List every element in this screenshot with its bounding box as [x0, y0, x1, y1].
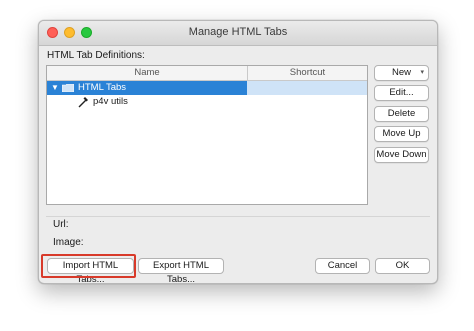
tool-icon: [78, 97, 88, 108]
tab-definitions-table[interactable]: Name Shortcut ▼ HTML Tabs p4v utils: [46, 65, 368, 205]
column-header-name[interactable]: Name: [47, 66, 248, 80]
row-label: HTML Tabs: [78, 82, 127, 93]
chevron-down-icon: ▾: [420, 69, 424, 76]
manage-html-tabs-dialog: Manage HTML Tabs HTML Tab Definitions: N…: [38, 20, 438, 284]
edit-button[interactable]: Edit...: [374, 85, 429, 101]
ok-button[interactable]: OK: [375, 258, 430, 274]
move-down-button[interactable]: Move Down: [374, 147, 429, 163]
shortcut-cell[interactable]: [247, 81, 367, 95]
window-title: Manage HTML Tabs: [188, 26, 288, 38]
url-label: Url:: [53, 219, 69, 230]
folder-icon: [62, 84, 74, 92]
definitions-label: HTML Tab Definitions:: [47, 50, 145, 61]
row-label: p4v utils: [93, 96, 128, 107]
disclosure-triangle-icon[interactable]: ▼: [51, 81, 59, 95]
delete-button[interactable]: Delete: [374, 106, 429, 122]
new-button-label: New: [391, 67, 411, 78]
cancel-button[interactable]: Cancel: [315, 258, 370, 274]
export-html-tabs-button[interactable]: Export HTML Tabs...: [138, 258, 224, 283]
annotation-highlight-box: [41, 254, 136, 278]
table-row-html-tabs[interactable]: ▼ HTML Tabs: [47, 81, 367, 95]
new-button[interactable]: New ▾: [374, 65, 429, 81]
title-bar: Manage HTML Tabs: [39, 21, 437, 46]
divider: [46, 216, 430, 217]
image-label: Image:: [53, 237, 84, 248]
column-header-shortcut[interactable]: Shortcut: [248, 66, 367, 80]
table-header: Name Shortcut: [47, 66, 367, 81]
table-row-p4v-utils[interactable]: p4v utils: [47, 95, 367, 109]
move-up-button[interactable]: Move Up: [374, 126, 429, 142]
